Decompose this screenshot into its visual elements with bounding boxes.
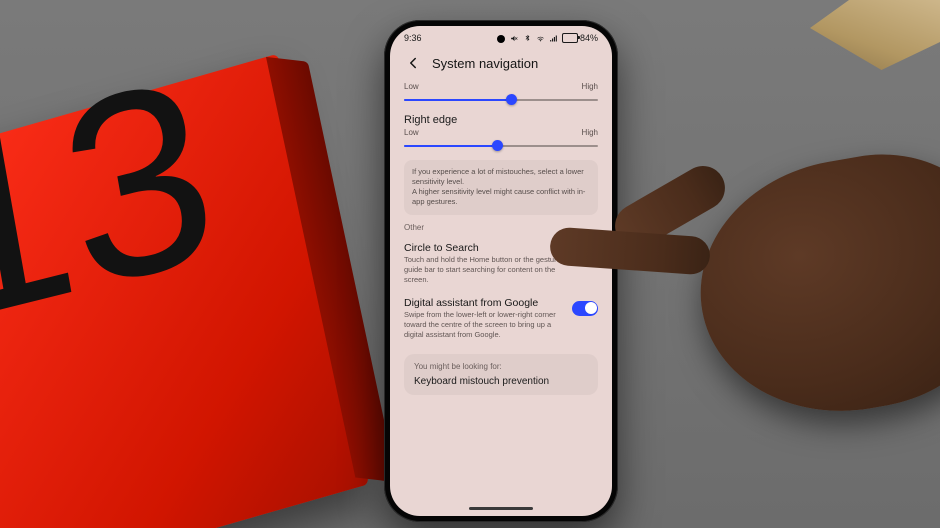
circle-to-search-title: Circle to Search [404,242,564,254]
battery-percent: 84% [580,33,598,43]
hand-thumb [607,158,733,256]
battery-indicator: 84% [562,33,598,43]
camera-hole [497,35,505,43]
right-edge-slider[interactable] [404,138,598,154]
sensitivity-hint: If you experience a lot of mistouches, s… [404,160,598,215]
header: System navigation [390,50,612,80]
mute-icon [510,34,519,43]
circle-to-search-row[interactable]: Circle to Search Touch and hold the Home… [404,236,598,291]
slider-fill [404,145,497,147]
bluetooth-icon [523,34,532,43]
wooden-block [810,0,940,70]
back-button[interactable] [404,54,422,72]
product-box: 13 [0,54,369,528]
product-box-number: 13 [0,63,227,338]
signal-icon [549,34,558,43]
suggestion-label: You might be looking for: [414,362,588,371]
scene: 13 9:36 84% [0,0,940,528]
page-title: System navigation [432,56,538,71]
gesture-nav-pill[interactable] [469,507,533,510]
right-edge-labels: Low High [404,128,598,137]
circle-to-search-toggle[interactable] [572,246,598,261]
battery-icon [562,33,578,43]
circle-to-search-sub: Touch and hold the Home button or the ge… [404,255,564,285]
right-edge-min: Low [404,128,419,137]
status-right-cluster: 84% [510,33,598,43]
slider-thumb[interactable] [492,140,503,151]
slider-fill [404,99,511,101]
settings-content[interactable]: Low High Right edge Low High [390,80,612,502]
slider-thumb[interactable] [506,94,517,105]
circle-to-search-text: Circle to Search Touch and hold the Home… [404,242,564,285]
digital-assistant-sub: Swipe from the lower-left or lower-right… [404,310,564,340]
right-edge-max: High [582,128,598,137]
section-other-label: Other [404,223,598,232]
hand-palm [681,136,940,434]
suggestion-card[interactable]: You might be looking for: Keyboard misto… [404,354,598,395]
product-box-side [266,57,397,482]
arrow-left-icon [404,54,422,72]
left-edge-labels: Low High [404,82,598,91]
toggle-knob [574,247,586,259]
status-time: 9:36 [404,33,422,43]
digital-assistant-toggle[interactable] [572,301,598,316]
toggle-knob [585,302,597,314]
phone-screen: 9:36 84% [390,26,612,516]
right-edge-title: Right edge [404,114,598,126]
digital-assistant-row[interactable]: Digital assistant from Google Swipe from… [404,291,598,346]
digital-assistant-title: Digital assistant from Google [404,297,564,309]
digital-assistant-text: Digital assistant from Google Swipe from… [404,297,564,340]
suggestion-item: Keyboard mistouch prevention [414,376,588,387]
phone-frame: 9:36 84% [384,20,618,522]
left-edge-min: Low [404,82,419,91]
left-edge-max: High [582,82,598,91]
wifi-icon [536,34,545,43]
left-edge-slider[interactable] [404,92,598,108]
